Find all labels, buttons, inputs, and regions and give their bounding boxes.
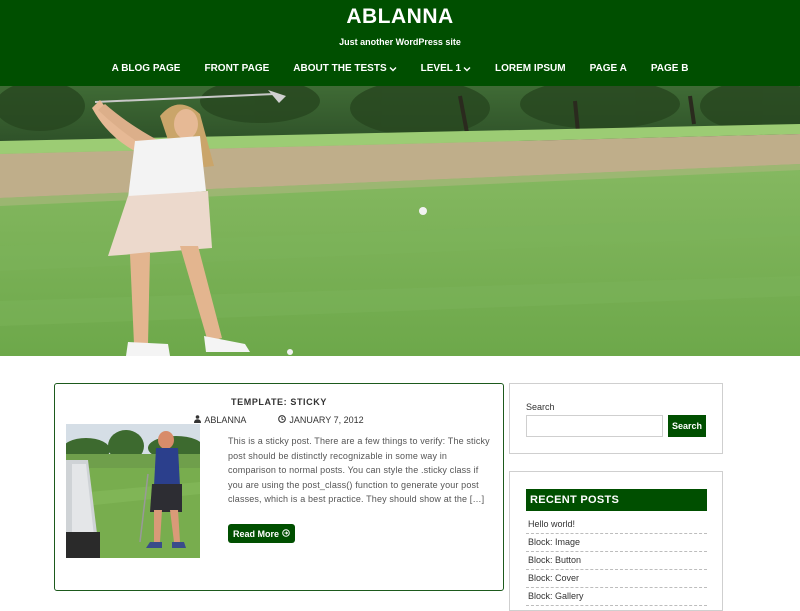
recent-posts-title: RECENT POSTS [526, 489, 707, 511]
search-button[interactable]: Search [668, 415, 706, 437]
nav-item-label: LOREM IPSUM [495, 63, 566, 74]
post-author-name: ABLANNA [204, 415, 247, 425]
clock-icon [278, 415, 289, 425]
chevron-down-icon [463, 65, 471, 73]
recent-post-link[interactable]: Block: Image [526, 534, 707, 552]
arrow-circle-right-icon [279, 528, 290, 539]
recent-posts-widget: RECENT POSTS Hello world! Block: Image B… [509, 471, 723, 611]
sticky-post: TEMPLATE: STICKY ABLANNA JANUARY 7, 2012 [54, 383, 504, 591]
chevron-down-icon [389, 65, 397, 73]
post-excerpt: This is a sticky post. There are a few t… [228, 436, 490, 504]
post-category[interactable]: TEMPLATE: STICKY [55, 397, 503, 407]
nav-item-label: PAGE B [650, 63, 689, 74]
nav-item-page-a[interactable]: PAGE A [590, 63, 627, 74]
nav-item-label: ABOUT THE TESTS [293, 63, 387, 74]
header-image [0, 86, 800, 356]
post-thumbnail[interactable] [66, 424, 200, 558]
nav-item-label: PAGE A [589, 63, 627, 74]
recent-posts-list: Hello world! Block: Image Block: Button … [526, 516, 707, 606]
nav-item-label: A BLOG PAGE [111, 63, 181, 74]
site-title[interactable]: ABLANNA [0, 5, 800, 29]
nav-item-label: LEVEL 1 [420, 63, 462, 74]
read-more-label: Read More [233, 528, 280, 539]
post-date-text: JANUARY 7, 2012 [289, 415, 364, 425]
search-label: Search [526, 402, 555, 412]
main-navigation: A BLOG PAGE FRONT PAGE ABOUT THE TESTS L… [0, 63, 800, 74]
nav-item-page-b[interactable]: PAGE B [651, 63, 689, 74]
recent-post-link[interactable]: Block: Button [526, 552, 707, 570]
search-widget: Search Search [509, 383, 723, 454]
nav-item-label: FRONT PAGE [204, 63, 270, 74]
nav-item-level-1[interactable]: LEVEL 1 [421, 63, 471, 74]
search-input[interactable] [526, 415, 663, 437]
post-author[interactable]: ABLANNA [194, 415, 246, 425]
nav-item-a-blog-page[interactable]: A BLOG PAGE [112, 63, 181, 74]
nav-item-about-the-tests[interactable]: ABOUT THE TESTS [293, 63, 397, 74]
read-more-button[interactable]: Read More [228, 524, 296, 543]
nav-item-lorem-ipsum[interactable]: LOREM IPSUM [495, 63, 566, 74]
nav-item-front-page[interactable]: FRONT PAGE [204, 63, 269, 74]
recent-post-link[interactable]: Block: Cover [526, 570, 707, 588]
site-header: ABLANNA Just another WordPress site A BL… [0, 0, 800, 86]
site-tagline: Just another WordPress site [339, 37, 461, 47]
recent-post-link[interactable]: Block: Gallery [526, 588, 707, 606]
post-date[interactable]: JANUARY 7, 2012 [278, 415, 364, 425]
recent-post-link[interactable]: Hello world! [526, 516, 707, 534]
